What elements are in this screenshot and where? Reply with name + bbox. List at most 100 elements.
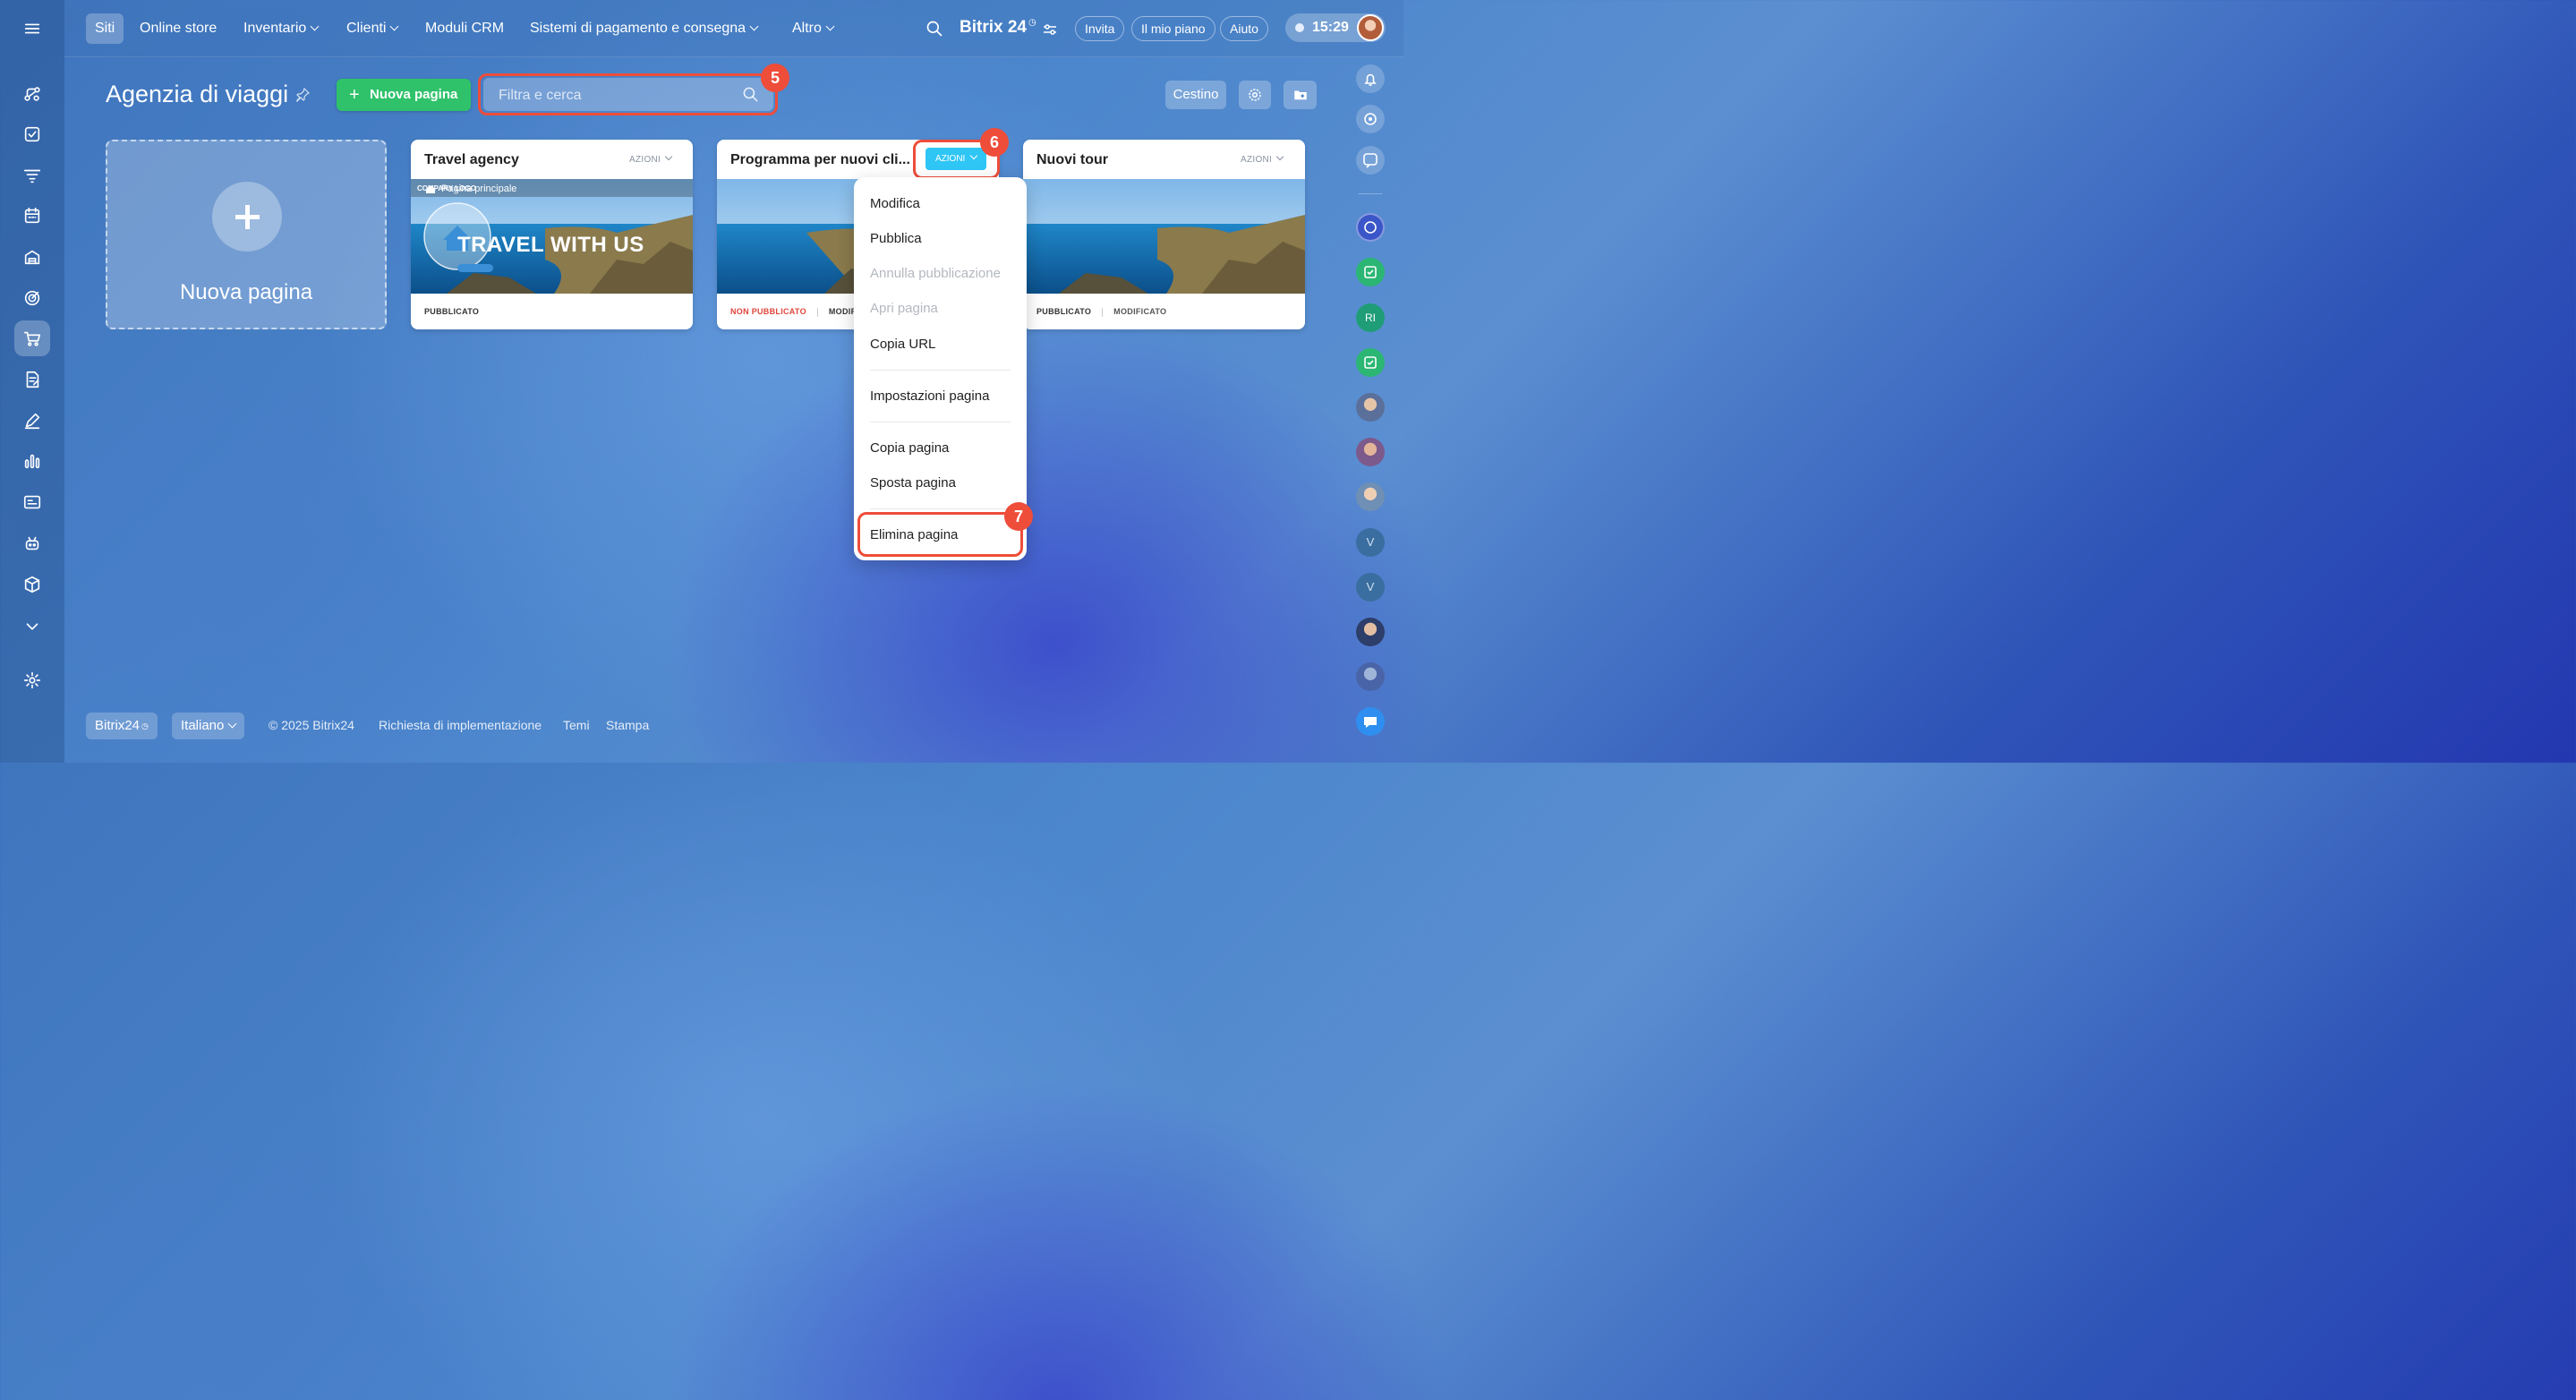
card-thumbnail [1023,179,1305,294]
new-folder-button[interactable] [1284,81,1317,109]
new-page-card[interactable]: Nuova pagina [106,140,387,329]
chevron-down-icon [825,21,835,31]
menu-copy-page[interactable]: Copia pagina [870,440,949,456]
package-icon[interactable] [14,567,50,602]
search-highlight [478,73,778,115]
task-check-icon[interactable] [1356,258,1385,286]
menu-divider [870,508,1011,509]
step-badge-6: 6 [980,128,1009,157]
search-icon[interactable] [925,20,943,38]
card-status: PUBBLICATO MODIFICATO [1036,307,1167,317]
nav-moduli-crm[interactable]: Moduli CRM [416,13,513,44]
document-sign-icon[interactable] [14,362,50,397]
footer-link-themes[interactable]: Temi [563,718,590,732]
target-icon[interactable] [14,280,50,316]
nav-clienti[interactable]: Clienti [337,13,406,44]
user-avatar[interactable] [1356,618,1385,646]
card-status: PUBBLICATO [424,307,480,316]
nav-sistemi-pagamento[interactable]: Sistemi di pagamento e consegna [521,13,766,44]
shopping-cart-icon[interactable] [14,320,50,356]
edit-icon[interactable] [14,403,50,439]
sliders-icon[interactable] [1043,23,1057,36]
card-actions-button[interactable]: AZIONI [629,152,673,165]
language-selector[interactable]: Italiano [172,713,245,739]
page-title: Agenzia di viaggi [106,81,289,107]
footer-brand-button[interactable]: Bitrix24 ◷ [86,713,158,739]
avatar-initials[interactable]: V [1356,528,1385,557]
robot-icon[interactable] [14,525,50,561]
card-title: Travel agency [424,152,519,167]
chevron-down-icon [310,21,320,31]
activity-icon[interactable] [1356,105,1385,133]
gear-icon[interactable] [14,662,50,698]
gear-icon [1249,89,1261,101]
pin-icon[interactable] [295,88,310,102]
task-check-icon[interactable] [1356,348,1385,377]
step-badge-5: 5 [761,64,789,92]
nav-altro[interactable]: Altro [783,13,842,44]
nav-inventario[interactable]: Inventario [235,13,327,44]
nav-online-store[interactable]: Online store [131,13,226,44]
footer-link-implementation[interactable]: Richiesta di implementazione [379,718,542,732]
plan-button[interactable]: Il mio piano [1131,16,1215,41]
thumb-headline: TRAVEL WITH US [457,233,644,257]
clock-time: 15:29 [1312,20,1349,35]
step-badge-7: 7 [1004,502,1033,531]
user-avatar[interactable] [1356,393,1385,422]
invite-button[interactable]: Invita [1075,16,1125,41]
new-page-button[interactable]: + Nuova pagina [337,79,471,111]
chat-bubble-icon[interactable] [1356,707,1385,736]
menu-edit[interactable]: Modifica [870,196,920,211]
nav-siti[interactable]: Siti [86,13,124,44]
user-avatar[interactable] [1356,482,1385,511]
user-avatar[interactable] [1356,438,1385,466]
menu-copy-url[interactable]: Copia URL [870,337,935,352]
chat-sync-icon[interactable] [1356,146,1385,175]
trash-button[interactable]: Cestino [1165,81,1226,109]
settings-button[interactable] [1239,81,1271,109]
card-actions-button[interactable]: AZIONI [1241,152,1284,165]
page-card-travel-agency[interactable]: Travel agency AZIONI COMPANY LOGO Pagina… [411,140,693,329]
menu-move-page[interactable]: Sposta pagina [870,475,956,491]
menu-divider [870,370,1011,371]
card-title: Programma per nuovi cli... [730,152,910,167]
new-page-button-label: Nuova pagina [370,87,458,102]
chevron-down-icon[interactable] [14,609,50,645]
card-status: NON PUBBLICATO MODIF [730,307,857,317]
crm-flow-icon[interactable] [14,76,50,112]
new-page-card-label: Nuova pagina [179,280,313,304]
actions-menu: Modifica Pubblica Annulla pubblicazione … [854,177,1027,560]
funnel-icon[interactable] [14,158,50,193]
right-sidebar: RI V V [1350,56,1391,763]
tasks-icon[interactable] [14,116,50,152]
chevron-down-icon [664,152,673,161]
menu-page-settings[interactable]: Impostazioni pagina [870,388,989,404]
hamburger-icon[interactable] [14,11,50,47]
menu-unpublish: Annulla pubblicazione [870,266,1001,281]
avatar-initials[interactable]: V [1356,573,1385,602]
chevron-down-icon [749,21,759,31]
bell-icon[interactable] [1356,64,1385,93]
page-card-nuovi-tour[interactable]: Nuovi tour AZIONI PUBBLICATO MODIFICATO [1023,140,1305,329]
menu-publish[interactable]: Pubblica [870,231,922,246]
user-avatar[interactable] [1356,662,1385,691]
home-icon [426,185,435,193]
chevron-down-icon [390,21,399,31]
help-button[interactable]: Aiuto [1220,16,1268,41]
card-thumbnail: COMPANY LOGO Pagina principale TRAVEL WI… [411,179,693,294]
user-avatar[interactable] [1357,14,1384,41]
delete-highlight [857,512,1023,557]
thumb-nav-title: Pagina principale [441,184,517,194]
plus-icon [212,182,282,252]
chevron-down-icon [227,719,237,729]
analytics-icon[interactable] [14,443,50,479]
inventory-icon[interactable] [14,239,50,275]
avatar-initials[interactable]: RI [1356,303,1385,332]
footer-link-print[interactable]: Stampa [606,718,649,732]
card-icon[interactable] [14,484,50,520]
copilot-icon[interactable] [1356,213,1385,242]
calendar-icon[interactable] [14,198,50,234]
folder-plus-icon [1293,90,1307,100]
left-sidebar [0,0,64,763]
footer-copyright: © 2025 Bitrix24 [269,718,354,732]
